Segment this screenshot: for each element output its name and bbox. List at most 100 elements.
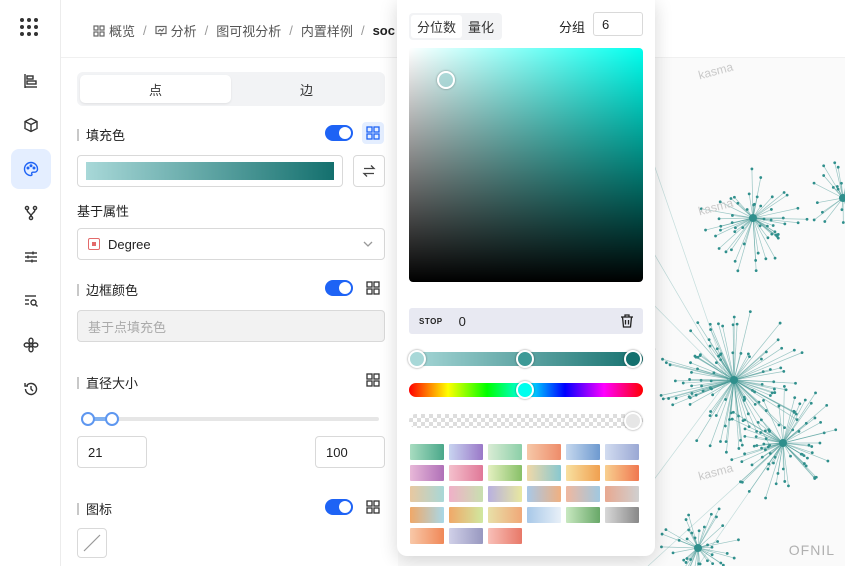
palette-icon[interactable] <box>11 149 51 189</box>
preset-gradient-swatch[interactable] <box>605 507 639 523</box>
preset-gradient-swatch[interactable] <box>488 528 522 544</box>
preset-gradient-swatch[interactable] <box>410 465 444 481</box>
graph-node <box>689 329 693 333</box>
graph-node <box>747 192 751 196</box>
gradient-stop-handle[interactable] <box>516 350 534 368</box>
mapping-grid-icon[interactable] <box>362 277 384 299</box>
preset-gradient-swatch[interactable] <box>410 486 444 502</box>
graph-node <box>733 259 737 263</box>
preset-gradient-swatch[interactable] <box>449 444 483 460</box>
history-icon[interactable] <box>11 369 51 409</box>
preset-gradient-swatch[interactable] <box>527 486 561 502</box>
gradient-stop-handle[interactable] <box>624 350 642 368</box>
preset-gradient-swatch[interactable] <box>605 486 639 502</box>
saturation-value-handle[interactable] <box>437 71 455 89</box>
graph-node <box>715 515 718 519</box>
graph-node <box>731 410 735 414</box>
breadcrumb-item-overview[interactable]: 概览 <box>93 21 135 40</box>
preset-gradient-swatch[interactable] <box>566 465 600 481</box>
cube-icon[interactable] <box>11 105 51 145</box>
graph-node <box>818 441 822 445</box>
tab-quantile[interactable]: 分位数 <box>411 15 463 38</box>
graph-node <box>740 443 744 447</box>
breadcrumb-item-analysis[interactable]: 分析 <box>155 21 197 40</box>
group-count-input[interactable]: 6 <box>593 12 643 36</box>
size-slider-track[interactable] <box>85 417 379 421</box>
preset-gradient-swatch[interactable] <box>410 528 444 544</box>
preset-gradient-swatch[interactable] <box>410 507 444 523</box>
preset-gradient-swatch[interactable] <box>527 444 561 460</box>
tab-node[interactable]: 点 <box>80 75 231 103</box>
preset-gradient-swatch[interactable] <box>488 507 522 523</box>
graph-node <box>725 552 729 555</box>
graph-node <box>684 561 688 564</box>
delete-stop-icon[interactable] <box>619 313 635 329</box>
preset-gradient-swatch[interactable] <box>605 465 639 481</box>
fill-color-toggle[interactable] <box>325 125 353 141</box>
gradient-stop-handle[interactable] <box>408 350 426 368</box>
reverse-gradient-button[interactable] <box>353 155 385 187</box>
layout-icon[interactable] <box>11 61 51 101</box>
mapping-grid-icon[interactable] <box>362 496 384 518</box>
graph-node <box>796 206 800 210</box>
stop-position-value[interactable]: 0 <box>459 314 466 329</box>
preset-gradient-swatch[interactable] <box>449 507 483 523</box>
tab-quantize[interactable]: 量化 <box>462 15 500 38</box>
flower-icon[interactable] <box>11 325 51 365</box>
graph-node <box>715 347 719 351</box>
branch-icon[interactable] <box>11 193 51 233</box>
preset-gradient-swatch[interactable] <box>605 444 639 460</box>
preset-gradient-swatch[interactable] <box>488 444 522 460</box>
graph-node <box>784 388 788 392</box>
graph-node <box>839 194 845 202</box>
property-select[interactable]: Degree <box>77 228 385 260</box>
preset-gradient-swatch[interactable] <box>527 465 561 481</box>
graph-node <box>766 467 770 471</box>
preset-gradient-swatch[interactable] <box>488 486 522 502</box>
graph-node <box>736 269 740 273</box>
graph-node <box>754 435 758 439</box>
sliders-icon[interactable] <box>11 237 51 277</box>
graph-node <box>730 417 734 421</box>
preset-gradient-swatch[interactable] <box>566 444 600 460</box>
graph-node <box>743 427 747 431</box>
preset-gradient-swatch[interactable] <box>449 528 483 544</box>
size-min-input[interactable]: 21 <box>77 436 147 468</box>
graph-node <box>737 447 741 450</box>
breadcrumb-item-graph-analysis[interactable]: 图可视分析 <box>216 21 281 40</box>
dashboard-icon <box>93 24 105 37</box>
fill-gradient-preview <box>86 162 334 180</box>
preset-gradient-swatch[interactable] <box>449 465 483 481</box>
mapping-grid-icon[interactable] <box>362 122 384 144</box>
hue-handle[interactable] <box>516 381 534 399</box>
size-slider-max-handle[interactable] <box>105 412 119 426</box>
icon-toggle[interactable] <box>325 499 353 515</box>
graph-node <box>778 321 782 325</box>
fill-gradient-field[interactable] <box>77 155 343 187</box>
list-search-icon[interactable] <box>11 281 51 321</box>
graph-node <box>694 544 702 552</box>
graph-node <box>677 538 681 542</box>
graph-node <box>825 403 829 407</box>
size-slider-min-handle[interactable] <box>81 412 95 426</box>
stop-tag: STOP <box>419 316 443 326</box>
alpha-handle[interactable] <box>624 412 642 430</box>
breadcrumb-item-samples[interactable]: 内置样例 <box>301 21 353 40</box>
border-color-toggle[interactable] <box>325 280 353 296</box>
tab-edge[interactable]: 边 <box>231 75 382 103</box>
preset-gradient-swatch[interactable] <box>488 465 522 481</box>
graph-node <box>776 232 780 236</box>
apps-grid-icon[interactable] <box>20 18 40 38</box>
graph-node <box>806 456 809 460</box>
preset-gradient-swatch[interactable] <box>566 486 600 502</box>
alpha-slider[interactable] <box>409 414 643 428</box>
preset-gradient-swatch[interactable] <box>449 486 483 502</box>
size-max-input[interactable]: 100 <box>315 436 385 468</box>
mapping-grid-icon[interactable] <box>362 369 384 391</box>
icon-picker[interactable] <box>77 528 107 558</box>
preset-gradient-swatch[interactable] <box>527 507 561 523</box>
graph-node <box>711 393 715 397</box>
preset-gradient-swatch[interactable] <box>410 444 444 460</box>
graph-node <box>733 195 736 199</box>
preset-gradient-swatch[interactable] <box>566 507 600 523</box>
